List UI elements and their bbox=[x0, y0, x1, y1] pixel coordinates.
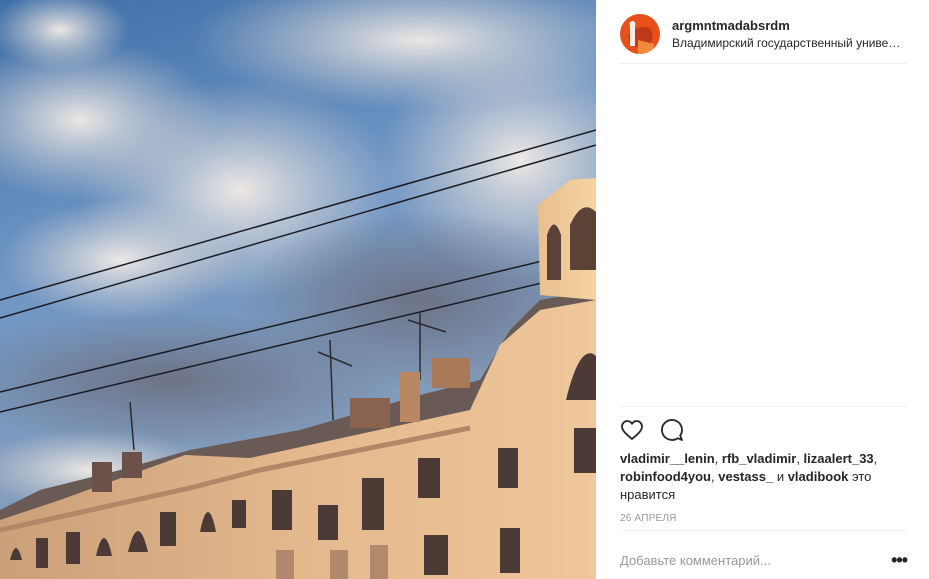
username-link[interactable]: argmntmadabsrdm bbox=[672, 17, 906, 34]
post-side-panel: argmntmadabsrdm Владимирский государстве… bbox=[596, 0, 929, 579]
post-date[interactable]: 26 апреля bbox=[620, 513, 677, 524]
liker-link[interactable]: rfb_vladimir bbox=[722, 451, 796, 466]
location-link[interactable]: Владимирский государственный университет bbox=[672, 35, 906, 52]
header-divider bbox=[620, 63, 907, 64]
post-header-text: argmntmadabsrdm Владимирский государстве… bbox=[672, 17, 906, 52]
liker-link[interactable]: vladibook bbox=[788, 469, 849, 484]
comment-form: ••• bbox=[620, 546, 908, 574]
heart-outline-icon[interactable] bbox=[620, 418, 644, 442]
liker-link[interactable]: vladimir__lenin bbox=[620, 451, 715, 466]
photo-sky-buildings bbox=[0, 0, 596, 579]
comment-divider bbox=[620, 530, 907, 531]
comment-input[interactable] bbox=[620, 552, 883, 568]
actions-divider bbox=[620, 406, 907, 407]
post-actions bbox=[620, 418, 684, 442]
likes-summary: vladimir__lenin, rfb_vladimir, lizaalert… bbox=[620, 451, 878, 502]
liker-link[interactable]: vestass_ bbox=[718, 469, 773, 484]
speech-bubble-icon[interactable] bbox=[660, 418, 684, 442]
avatar[interactable] bbox=[620, 14, 660, 54]
likes-and-text: и bbox=[776, 469, 785, 484]
post-header: argmntmadabsrdm Владимирский государстве… bbox=[620, 6, 906, 62]
ellipsis-icon[interactable]: ••• bbox=[883, 551, 908, 569]
post-photo[interactable] bbox=[0, 0, 596, 579]
liker-link[interactable]: robinfood4you bbox=[620, 469, 711, 484]
liker-link[interactable]: lizaalert_33 bbox=[804, 451, 874, 466]
